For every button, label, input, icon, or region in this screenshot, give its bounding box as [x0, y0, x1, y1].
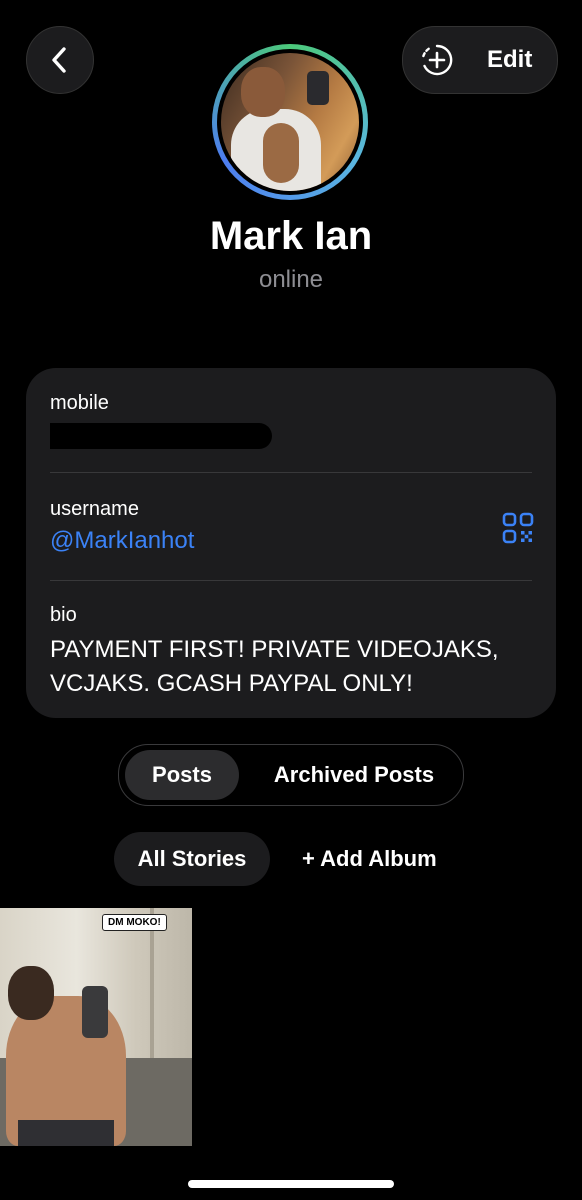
bio-text: PAYMENT FIRST! PRIVATE VIDEOJAKS, VCJAKS… — [50, 633, 532, 701]
add-album-button[interactable]: + Add Album — [302, 846, 437, 872]
profile-name: Mark Ian — [209, 214, 373, 258]
edit-button[interactable]: Edit — [402, 26, 558, 94]
chevron-left-icon — [52, 47, 66, 73]
bio-line: PAYMENT FIRST! PRIVATE VIDEOJAKS, — [50, 636, 499, 663]
story-sticker: DM MOKO! — [102, 914, 167, 931]
qr-code-icon[interactable] — [502, 512, 534, 544]
avatar-story-ring[interactable] — [212, 44, 368, 200]
username-row[interactable]: username @MarkIanhot — [50, 498, 532, 555]
mobile-label: mobile — [50, 392, 109, 414]
home-indicator[interactable] — [188, 1180, 394, 1188]
redaction-mark — [50, 423, 272, 449]
back-button[interactable] — [26, 26, 94, 94]
bio-row: bio PAYMENT FIRST! PRIVATE VIDEOJAKS, VC… — [50, 604, 532, 701]
info-card: mobile +63 924 019 7819 username @MarkIa… — [26, 368, 556, 718]
story-thumbnail[interactable]: DM MOKO! — [0, 908, 192, 1146]
divider — [50, 580, 532, 581]
username-value: @MarkIanhot — [50, 527, 195, 554]
bio-line: VCJAKS. GCASH PAYPAL ONLY! — [50, 670, 413, 697]
username-label: username — [50, 498, 139, 520]
all-stories-chip[interactable]: All Stories — [114, 832, 270, 886]
tab-posts[interactable]: Posts — [125, 750, 239, 800]
bio-label: bio — [50, 604, 77, 626]
phone-in-photo — [82, 986, 108, 1038]
add-story-icon — [422, 44, 453, 76]
edit-label: Edit — [487, 46, 533, 73]
mobile-row[interactable]: mobile +63 924 019 7819 — [50, 392, 532, 451]
posts-tab-switcher: Posts Archived Posts — [118, 744, 464, 806]
avatar — [221, 53, 359, 191]
divider — [50, 472, 532, 473]
tab-archived-posts[interactable]: Archived Posts — [249, 750, 459, 800]
profile-status: online — [258, 266, 324, 293]
